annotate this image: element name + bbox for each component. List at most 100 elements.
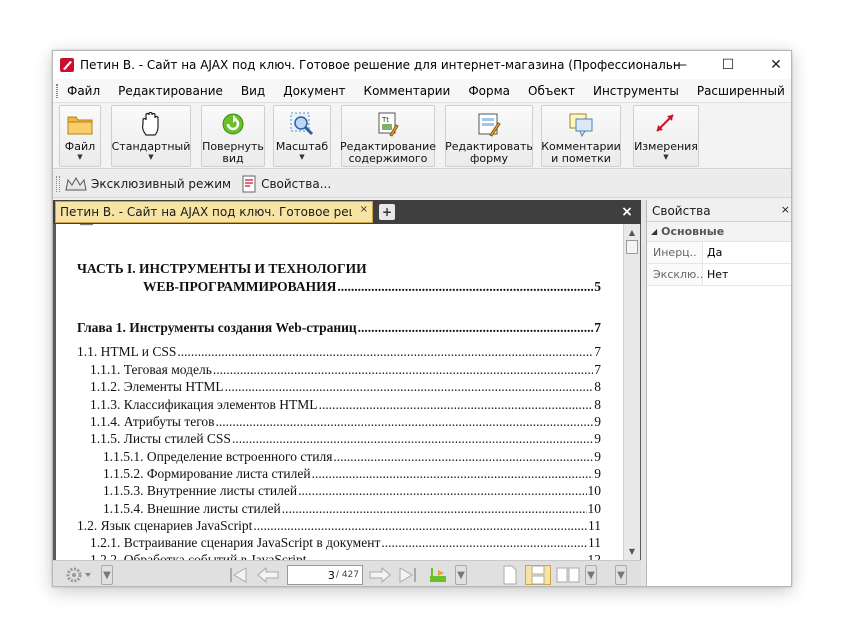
- gear-icon: [66, 567, 91, 583]
- last-page-button[interactable]: [395, 565, 419, 585]
- chevron-down-icon: ▼: [617, 569, 625, 581]
- ribbon-file-label: Файл: [64, 140, 96, 153]
- menu-document[interactable]: Документ: [274, 79, 354, 103]
- property-value[interactable]: Нет: [703, 264, 728, 285]
- minimize-button[interactable]: —: [657, 51, 703, 79]
- ribbon-standard-label: Стандартный: [111, 140, 191, 153]
- toc-entry[interactable]: 1.1.5.3. Внутренние листы стилей........…: [103, 483, 601, 499]
- close-icon[interactable]: ×: [781, 203, 790, 216]
- ribbon-edit-content-button[interactable]: Tt Редактирование содержимого: [340, 105, 436, 167]
- menu-view[interactable]: Вид: [232, 79, 274, 103]
- ribbon: Файл ▼ Стандартный ▼ Повернуть вид Масшт…: [53, 103, 791, 169]
- toc-entry[interactable]: 1.1.4. Атрибуты тегов...................…: [90, 414, 601, 430]
- ribbon-edit-form-button[interactable]: Редактировать форму: [445, 105, 533, 167]
- toc-entry[interactable]: 1.1.5. Листы стилей CSS.................…: [90, 431, 601, 447]
- toc-entry[interactable]: 1.1. HTML и CSS.........................…: [77, 344, 601, 360]
- toc-entry[interactable]: 1.2.2. Обработка событий в JavaScript...…: [90, 552, 601, 560]
- last-page-icon: [399, 567, 416, 583]
- new-tab-button[interactable]: +: [379, 204, 395, 220]
- maximize-button[interactable]: ☐: [705, 51, 751, 79]
- facing-view-button[interactable]: [555, 565, 581, 585]
- edit-form-icon: [475, 110, 503, 138]
- property-row[interactable]: Эксклю.. Нет: [647, 264, 791, 286]
- toc-entry[interactable]: 1.1.5.4. Внешние листы стилей...........…: [103, 501, 601, 517]
- go-back-dropdown[interactable]: ▼: [455, 565, 467, 585]
- chevron-down-icon: ▼: [663, 153, 669, 161]
- zoom-dropdown[interactable]: ▼: [615, 565, 627, 585]
- menu-form[interactable]: Форма: [459, 79, 519, 103]
- property-name: Инерц..: [647, 242, 703, 263]
- single-page-view-button[interactable]: [499, 565, 521, 585]
- chevron-down-icon: ▼: [148, 153, 154, 161]
- menu-comments[interactable]: Комментарии: [355, 79, 460, 103]
- view-mode-dropdown[interactable]: ▼: [585, 565, 597, 585]
- svg-text:Tt: Tt: [381, 116, 389, 124]
- folder-icon: [66, 110, 94, 138]
- ribbon-edit-form-label: Редактировать форму: [445, 140, 533, 165]
- properties-button[interactable]: Свойства...: [241, 175, 331, 193]
- menu-edit[interactable]: Редактирование: [109, 79, 232, 103]
- scroll-thumb[interactable]: [626, 240, 638, 254]
- toc-entry[interactable]: 1.2. Язык сценариев JavaScript..........…: [77, 518, 601, 534]
- settings-dropdown[interactable]: ▼: [101, 565, 113, 585]
- document-tab[interactable]: Петин В. - Сайт на AJAX под ключ. Готово…: [55, 201, 373, 223]
- toc-entry[interactable]: 1.1.3. Классификация элементов HTML.....…: [90, 397, 601, 413]
- toc-entry[interactable]: 1.1.1. Теговая модель...................…: [90, 362, 601, 378]
- properties-category[interactable]: ◢ Основные: [647, 222, 791, 242]
- collapse-triangle-icon: ◢: [651, 227, 658, 236]
- menu-advanced[interactable]: Расширенный: [688, 79, 791, 103]
- ribbon-rotate-button[interactable]: Повернуть вид: [201, 105, 265, 167]
- close-all-tabs-icon[interactable]: ×: [619, 204, 635, 220]
- toc-entry[interactable]: 1.1.2. Элементы HTML....................…: [90, 379, 601, 395]
- scroll-down-button[interactable]: ▼: [625, 544, 639, 558]
- continuous-page-icon: [531, 565, 545, 585]
- properties-label: Свойства...: [261, 176, 332, 191]
- status-bar: ▼ 3 / 427 ▼ ▼ ▼: [53, 560, 641, 586]
- ribbon-standard-button[interactable]: Стандартный ▼: [111, 105, 191, 167]
- toolbar-grip[interactable]: [56, 175, 60, 192]
- previous-page-button[interactable]: [255, 565, 281, 585]
- total-pages: / 427: [335, 570, 359, 580]
- ribbon-measure-button[interactable]: Измерения ▼: [633, 105, 699, 167]
- document-view[interactable]: — ЧАСТЬ I. ИНСТРУМЕНТЫ И ТЕХНОЛОГИИ WEB-…: [53, 224, 641, 560]
- toc-entry[interactable]: Глава 1. Инструменты создания Web-страни…: [77, 320, 601, 336]
- ribbon-edit-content-label: Редактирование содержимого: [340, 140, 436, 165]
- title-bar[interactable]: Петин В. - Сайт на AJAX под ключ. Готово…: [53, 51, 791, 79]
- zoom-icon: [288, 110, 316, 138]
- ribbon-zoom-button[interactable]: Масштаб ▼: [273, 105, 331, 167]
- chevron-down-icon: ▼: [587, 569, 595, 581]
- ribbon-file-button[interactable]: Файл ▼: [59, 105, 101, 167]
- vertical-scrollbar[interactable]: ▲ ▼: [623, 224, 640, 560]
- page-top-mark: —: [80, 224, 93, 232]
- toc-entry[interactable]: WEB-ПРОГРАММИРОВАНИЯ....................…: [143, 279, 601, 295]
- ribbon-rotate-label: Повернуть вид: [202, 140, 264, 165]
- single-page-icon: [503, 565, 517, 585]
- app-window: Петин В. - Сайт на AJAX под ключ. Готово…: [52, 50, 792, 587]
- properties-panel-title: Свойства: [652, 203, 711, 218]
- menu-tools[interactable]: Инструменты: [584, 79, 688, 103]
- chevron-up-icon: ▲: [628, 227, 636, 237]
- page-number-input[interactable]: 3 / 427: [287, 565, 363, 585]
- ribbon-comments-button[interactable]: Комментарии и пометки: [541, 105, 621, 167]
- go-back-button[interactable]: [427, 565, 451, 585]
- tab-close-icon[interactable]: ×: [360, 204, 368, 215]
- exclusive-mode-button[interactable]: Эксклюзивный режим: [65, 176, 231, 192]
- arrow-left-icon: [257, 566, 279, 584]
- first-page-button[interactable]: [227, 565, 251, 585]
- menu-object[interactable]: Объект: [519, 79, 584, 103]
- toc-entry[interactable]: 1.1.5.1. Определение встроенного стиля..…: [103, 449, 601, 465]
- exclusive-mode-icon: [65, 176, 87, 190]
- property-value[interactable]: Да: [703, 242, 722, 263]
- scroll-up-button[interactable]: ▲: [625, 225, 639, 239]
- property-row[interactable]: Инерц.. Да: [647, 242, 791, 264]
- settings-button[interactable]: [61, 565, 97, 585]
- properties-category-label: Основные: [661, 225, 725, 238]
- hand-icon: [137, 110, 165, 138]
- toc-entry[interactable]: 1.2.1. Встраивание сценария JavaScript в…: [90, 535, 601, 551]
- continuous-view-button[interactable]: [525, 565, 551, 585]
- close-button[interactable]: ✕: [753, 51, 791, 79]
- toc-entry[interactable]: 1.1.5.2. Формирование листа стилей......…: [103, 466, 601, 482]
- exclusive-mode-label: Эксклюзивный режим: [91, 176, 232, 191]
- menu-file[interactable]: Файл: [58, 79, 109, 103]
- next-page-button[interactable]: [367, 565, 393, 585]
